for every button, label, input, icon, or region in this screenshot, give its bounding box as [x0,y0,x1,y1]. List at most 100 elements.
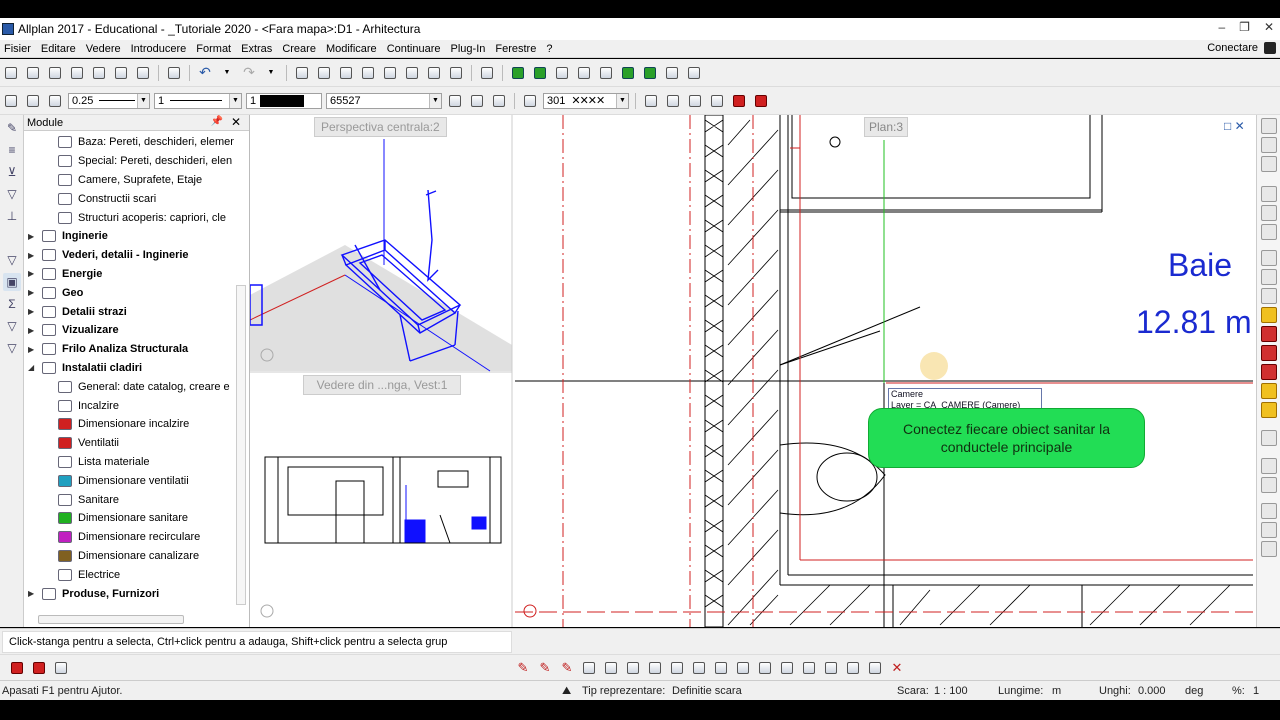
bottom-tool-icon[interactable] [8,659,26,677]
tool-icon[interactable] [1261,118,1277,134]
bottom-tool-icon[interactable] [822,659,840,677]
module-group[interactable]: ▶ Energie [24,265,234,284]
layer-tools-icon[interactable] [446,92,464,110]
snap-diagonal-icon[interactable] [708,92,726,110]
layers-icon[interactable] [112,64,130,82]
tool-icon[interactable] [1261,156,1277,172]
filter-c-icon[interactable]: ▽ [3,317,21,335]
minimize-icon[interactable]: – [1218,20,1225,34]
bottom-tool-icon[interactable] [580,659,598,677]
module-item[interactable]: Special: Pereti, deschideri, elen [24,152,234,171]
layer-yellow-icon[interactable] [1261,383,1277,399]
collapsed-arrow-icon[interactable]: ▶ [28,232,38,241]
layer-icon[interactable] [1261,250,1277,266]
draw-tool-icon[interactable]: ✎ [3,119,21,137]
bottom-tool-icon[interactable] [712,659,730,677]
image-icon[interactable] [165,64,183,82]
new-file-icon[interactable] [2,64,20,82]
menu-fisier[interactable]: Fisier [0,43,37,55]
bottom-tool-icon[interactable] [734,659,752,677]
measure-icon[interactable] [315,64,333,82]
clone-icon[interactable] [425,64,443,82]
module-item[interactable]: Dimensionare sanitare [24,509,234,528]
bottom-tool-icon[interactable] [844,659,862,677]
collapsed-arrow-icon[interactable]: ▶ [28,288,38,297]
undo-icon[interactable]: ↶ [196,64,214,82]
bottom-tool-icon[interactable] [624,659,642,677]
module-group[interactable]: ◢ Instalatii cladiri [24,359,234,378]
module-group[interactable]: ▶ Frilo Analiza Structurala [24,340,234,359]
horizontal-scrollbar[interactable] [38,615,184,624]
percent-value[interactable]: 1 [1253,685,1259,697]
collapsed-arrow-icon[interactable]: ▶ [28,269,38,278]
redo-dropdown-icon[interactable]: ▼ [262,64,280,82]
tool-icon[interactable] [1261,458,1277,474]
angle-value[interactable]: 0.000 [1138,685,1166,697]
bottom-tool-icon[interactable] [52,659,70,677]
stack-icon[interactable] [337,64,355,82]
plan-viewport-label[interactable]: Plan:3 [864,117,909,137]
maximize-viewport-icon[interactable]: □ [1224,119,1231,133]
collapsed-arrow-icon[interactable]: ▶ [28,326,38,335]
menu-editare[interactable]: Editare [37,43,82,55]
bottom-tool-icon[interactable] [778,659,796,677]
layer-select[interactable]: 65527 ▼ [326,92,442,109]
menu-ferestre[interactable]: Ferestre [491,43,542,55]
snap-edge-icon[interactable] [664,92,682,110]
tool-icon[interactable] [1261,186,1277,202]
close-viewport-icon[interactable]: ✕ [1235,119,1245,133]
module-group[interactable]: ▶ Produse, Furnizori [24,584,234,603]
module-group[interactable]: ▶ Geo [24,283,234,302]
connect-area[interactable]: Conectare [1207,42,1276,54]
bottom-tool-icon[interactable] [30,659,48,677]
grid-icon[interactable] [619,64,637,82]
open-project-icon[interactable] [24,64,42,82]
layer-icon[interactable] [1261,269,1277,285]
bottom-tool-icon[interactable] [602,659,620,677]
tool-icon[interactable] [1261,541,1277,557]
edit2-icon[interactable]: ✎ [558,659,576,677]
save-icon[interactable] [90,64,108,82]
line-tool-icon[interactable] [553,64,571,82]
module-item[interactable]: Electrice [24,565,234,584]
module-item[interactable]: Camere, Suprafete, Etaje [24,171,234,190]
rotate-icon[interactable] [597,64,615,82]
copy-icon[interactable] [381,64,399,82]
menu-creare[interactable]: Creare [278,43,322,55]
vertical-scrollbar[interactable] [236,285,246,605]
play-icon[interactable] [509,64,527,82]
tool-icon[interactable] [1261,503,1277,519]
layer-yellow-icon[interactable] [1261,307,1277,323]
bottom-tool-icon[interactable] [800,659,818,677]
cut-icon[interactable] [359,64,377,82]
filter-tool-icon[interactable]: ⊻ [3,163,21,181]
representation-value[interactable]: Definitie scara [672,685,742,697]
tool-icon[interactable] [1261,522,1277,538]
module-group[interactable]: ▶ Vederi, detalii - Inginerie [24,246,234,265]
layer-red-icon[interactable] [1261,326,1277,342]
module-item[interactable]: Baza: Pereti, deschideri, elemen [24,133,234,152]
plus-icon[interactable] [641,64,659,82]
module-group[interactable]: ▶ Detalii strazi [24,302,234,321]
module-item[interactable]: Dimensionare ventilatii [24,471,234,490]
module-item[interactable]: Dimensionare recirculare [24,528,234,547]
zoom-icon[interactable] [478,64,496,82]
move-icon[interactable] [575,64,593,82]
drawing-canvas[interactable] [250,115,1256,627]
table-icon[interactable] [685,64,703,82]
bottom-delete-icon[interactable]: ✕ [888,659,906,677]
tool-icon[interactable] [1261,137,1277,153]
viewport-area[interactable]: Perspectiva centrala:2 Vedere din ...nga… [250,115,1256,627]
scale-icon[interactable] [663,64,681,82]
elevation-viewport-label[interactable]: Vedere din ...nga, Vest:1 [303,375,461,395]
module-item[interactable]: Structuri acoperis: capriori, cle [24,208,234,227]
module-item[interactable]: Dimensionare incalzire [24,415,234,434]
module-item[interactable]: Lista materiale [24,453,234,472]
tool-icon[interactable] [1261,224,1277,240]
edit-icon[interactable]: ✎ [536,659,554,677]
bottom-tool-icon[interactable] [756,659,774,677]
frame-icon[interactable] [531,64,549,82]
filter-d-icon[interactable]: ▽ [3,339,21,357]
color-select[interactable]: 1 [246,92,322,109]
filter-b-icon[interactable]: ▣ [3,273,21,291]
